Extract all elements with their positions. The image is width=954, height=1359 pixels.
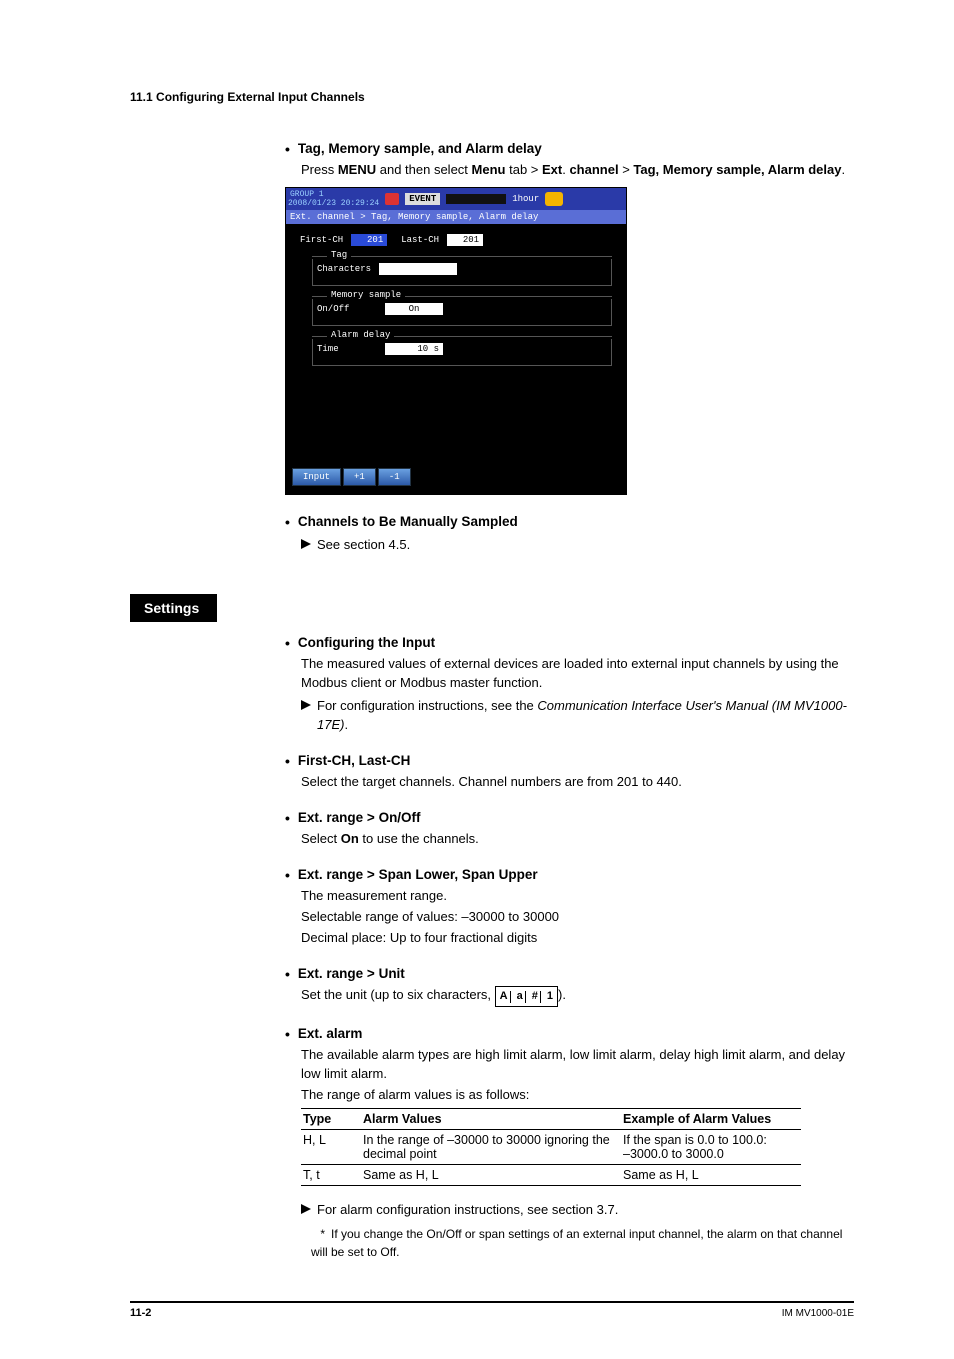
para: The range of alarm values is as follows:: [301, 1085, 854, 1104]
cell: Same as H, L: [621, 1165, 801, 1186]
para: The measurement range.: [301, 886, 854, 905]
reference-text: For alarm configuration instructions, se…: [317, 1200, 618, 1219]
progress-bar: [446, 194, 506, 204]
cell: H, L: [301, 1130, 361, 1165]
settings-heading: Settings: [130, 594, 217, 622]
device-screenshot: GROUP 1 2008/01/23 20:29:24 EVENT 1hour …: [285, 187, 627, 495]
input-button[interactable]: Input: [292, 468, 341, 486]
menu-kw: channel: [569, 162, 618, 177]
characters-value[interactable]: [379, 263, 457, 275]
bullet: •: [285, 866, 290, 884]
shot-datetime: 2008/01/23 20:29:24: [288, 199, 379, 208]
para: The available alarm types are high limit…: [301, 1045, 854, 1083]
text: and then select: [376, 162, 471, 177]
para: Select the target channels. Channel numb…: [301, 772, 854, 791]
shot-group: GROUP 1: [290, 190, 379, 199]
bullet: •: [285, 634, 290, 652]
bullet: •: [285, 752, 290, 770]
group-alarm-delay: Alarm delay: [327, 330, 394, 340]
reference-arrow-icon: [301, 539, 311, 549]
text: Press: [301, 162, 338, 177]
shot-hour: 1hour: [512, 194, 539, 204]
lastch-value[interactable]: 201: [447, 234, 483, 246]
bullet: •: [285, 140, 290, 158]
time-value[interactable]: 10 s: [385, 343, 443, 355]
reference-arrow-icon: [301, 1204, 311, 1214]
topic-ext-range-onoff: Ext. range > On/Off: [298, 809, 421, 827]
page-section-title: 11.1 Configuring External Input Channels: [130, 90, 854, 104]
topic-configuring-input: Configuring the Input: [298, 634, 435, 652]
cell: In the range of –30000 to 30000 ignoring…: [361, 1130, 621, 1165]
text: >: [619, 162, 634, 177]
footnote-text: If you change the On/Off or span setting…: [311, 1227, 842, 1259]
doc-id: IM MV1000-01E: [782, 1308, 854, 1319]
th-example: Example of Alarm Values: [621, 1109, 801, 1130]
plus-one-button[interactable]: +1: [343, 468, 376, 486]
char-type-icon: Aa#1: [495, 986, 558, 1007]
para: Set the unit (up to six characters, Aa#1…: [301, 985, 854, 1007]
para: Selectable range of values: –30000 to 30…: [301, 907, 854, 926]
camera-icon: [545, 192, 563, 206]
cell: Same as H, L: [361, 1165, 621, 1186]
onoff-value[interactable]: On: [385, 303, 443, 315]
th-type: Type: [301, 1109, 361, 1130]
reference-text: See section 4.5.: [317, 535, 410, 554]
record-icon: [385, 193, 399, 205]
alarm-values-table: Type Alarm Values Example of Alarm Value…: [301, 1108, 801, 1186]
para: Select On to use the channels.: [301, 829, 854, 848]
cell: T, t: [301, 1165, 361, 1186]
reference-arrow-icon: [301, 700, 311, 710]
topic-unit: Ext. range > Unit: [298, 965, 405, 983]
bullet: •: [285, 809, 290, 827]
cell: If the span is 0.0 to 100.0: –3000.0 to …: [621, 1130, 801, 1165]
topic-span: Ext. range > Span Lower, Span Upper: [298, 866, 538, 884]
event-badge: EVENT: [405, 193, 440, 205]
menu-kw: MENU: [338, 162, 376, 177]
text: tab >: [505, 162, 542, 177]
onoff-label: On/Off: [317, 304, 377, 314]
lastch-label: Last-CH: [401, 235, 439, 245]
bullet: •: [285, 965, 290, 983]
topic-first-last-ch: First-CH, Last-CH: [298, 752, 411, 770]
menu-kw: Menu: [472, 162, 506, 177]
group-memory-sample: Memory sample: [327, 290, 405, 300]
menu-kw: Ext: [542, 162, 562, 177]
menu-kw: Tag, Memory sample, Alarm delay: [633, 162, 841, 177]
reference-text: For configuration instructions, see the …: [317, 696, 854, 734]
minus-one-button[interactable]: -1: [378, 468, 411, 486]
bullet: •: [285, 1025, 290, 1043]
firstch-value[interactable]: 201: [351, 234, 387, 246]
topic-ext-alarm: Ext. alarm: [298, 1025, 363, 1043]
bullet: •: [285, 513, 290, 531]
topic-manual-sample: Channels to Be Manually Sampled: [298, 513, 518, 531]
group-tag: Tag: [327, 250, 351, 260]
para: The measured values of external devices …: [301, 654, 854, 692]
shot-breadcrumb: Ext. channel > Tag, Memory sample, Alarm…: [286, 210, 626, 224]
firstch-label: First-CH: [300, 235, 343, 245]
time-label: Time: [317, 344, 377, 354]
footnote-asterisk: *: [311, 1225, 325, 1243]
th-values: Alarm Values: [361, 1109, 621, 1130]
text: .: [841, 162, 845, 177]
page-number: 11-2: [130, 1307, 151, 1319]
characters-label: Characters: [317, 264, 371, 274]
topic-tag-mem-alarm: Tag, Memory sample, and Alarm delay: [298, 140, 542, 158]
para: Decimal place: Up to four fractional dig…: [301, 928, 854, 947]
